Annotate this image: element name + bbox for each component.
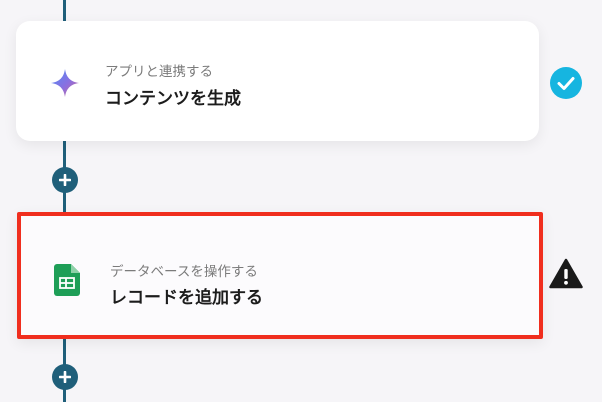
step-category-label: データベースを操作する bbox=[110, 264, 258, 280]
add-step-button[interactable] bbox=[52, 364, 78, 390]
plus-icon bbox=[59, 371, 71, 383]
step-category-label: アプリと連携する bbox=[105, 64, 213, 80]
add-step-button[interactable] bbox=[52, 167, 78, 193]
flow-connector-line bbox=[63, 0, 66, 22]
google-sheets-icon bbox=[54, 264, 80, 296]
step-card-generate-content[interactable]: アプリと連携する コンテンツを生成 bbox=[16, 21, 539, 141]
check-circle-icon bbox=[549, 66, 583, 100]
step-title: コンテンツを生成 bbox=[105, 89, 241, 109]
plus-icon bbox=[59, 174, 71, 186]
step-card-add-record[interactable]: データベースを操作する レコードを追加する bbox=[17, 212, 543, 339]
step-title: レコードを追加する bbox=[110, 288, 263, 308]
gemini-sparkle-icon bbox=[50, 68, 80, 98]
warning-triangle-icon bbox=[549, 258, 583, 290]
